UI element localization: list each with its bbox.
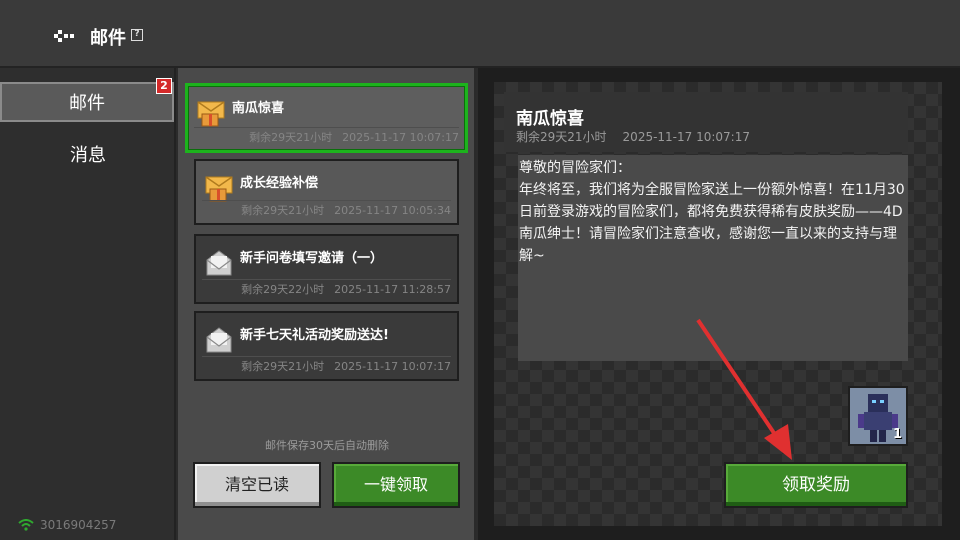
mail-meta: 剩余29天21小时 2025-11-17 10:07:17 [241, 358, 451, 374]
reward-count: 1 [892, 427, 902, 442]
mail-item[interactable]: 新手问卷填写邀请（一） 剩余29天22小时 2025-11-17 11:28:57 [194, 234, 459, 304]
sidebar: 邮件 2 消息 [0, 68, 176, 540]
help-icon[interactable]: ? [131, 29, 143, 41]
detail-date: 2025-11-17 10:07:17 [622, 130, 750, 144]
auto-delete-hint: 邮件保存30天后自动删除 [265, 439, 389, 452]
open-envelope-icon [206, 327, 232, 353]
sidebar-item-messages[interactable]: 消息 [0, 136, 176, 176]
open-envelope-icon [206, 250, 232, 276]
mail-item[interactable]: 成长经验补偿 剩余29天21小时 2025-11-17 10:05:34 [194, 159, 459, 225]
mail-date: 2025-11-17 10:05:34 [334, 204, 451, 217]
sidebar-item-mail[interactable]: 邮件 [0, 82, 174, 122]
mail-date: 2025-11-17 10:07:17 [334, 360, 451, 373]
body-text: 年终将至，我们将为全服冒险家送上一份额外惊喜！在11月30日前登录游戏的冒险家们… [519, 182, 905, 264]
mail-meta: 剩余29天21小时 2025-11-17 10:07:17 [249, 129, 459, 145]
mail-date: 2025-11-17 10:07:17 [342, 131, 459, 144]
unread-count-badge: 2 [156, 78, 172, 94]
claim-reward-button[interactable]: 领取奖励 [724, 462, 908, 508]
detail-meta: 剩余29天21小时 2025-11-17 10:07:17 [516, 128, 750, 145]
detail-remaining: 剩余29天21小时 [516, 130, 607, 144]
mail-detail-panel: 南瓜惊喜 剩余29天21小时 2025-11-17 10:07:17 尊敬的冒险家… [478, 68, 960, 540]
mail-remaining: 剩余29天21小时 [241, 360, 325, 373]
mail-title: 新手七天礼活动奖励送达! [240, 328, 389, 343]
gift-envelope-icon [197, 101, 225, 127]
user-id: 3016904257 [40, 518, 117, 532]
sidebar-item-label: 消息 [70, 145, 106, 166]
divider [194, 127, 459, 128]
mail-remaining: 剩余29天21小时 [249, 131, 333, 144]
mail-title: 南瓜惊喜 [232, 101, 285, 116]
reward-item[interactable]: 1 [848, 386, 908, 446]
gift-envelope-icon [205, 176, 233, 202]
page-title: 邮件 [90, 28, 126, 49]
back-arrow-icon[interactable] [54, 28, 76, 44]
detail-title: 南瓜惊喜 [516, 109, 584, 129]
clear-read-button[interactable]: 清空已读 [193, 462, 321, 508]
detail-body: 尊敬的冒险家们： 年终将至，我们将为全服冒险家送上一份额外惊喜！在11月30日前… [518, 155, 908, 361]
mail-meta: 剩余29天21小时 2025-11-17 10:05:34 [241, 202, 451, 218]
divider [202, 200, 451, 201]
divider [202, 356, 451, 357]
mail-remaining: 剩余29天21小时 [241, 204, 325, 217]
mail-title: 成长经验补偿 [240, 176, 319, 191]
divider [202, 279, 451, 280]
mail-item[interactable]: 新手七天礼活动奖励送达! 剩余29天21小时 2025-11-17 10:07:1… [194, 311, 459, 381]
mail-date: 2025-11-17 11:28:57 [334, 283, 451, 296]
mail-remaining: 剩余29天22小时 [241, 283, 325, 296]
top-bar: 邮件 ? [0, 0, 960, 68]
mail-title: 新手问卷填写邀请（一） [240, 251, 384, 266]
wifi-icon [18, 519, 34, 531]
claim-all-button[interactable]: 一键领取 [332, 462, 460, 508]
mail-meta: 剩余29天22小时 2025-11-17 11:28:57 [241, 281, 451, 297]
body-greeting: 尊敬的冒险家们： [519, 160, 631, 176]
sidebar-item-label: 邮件 [69, 93, 105, 114]
mail-item-selected[interactable]: 南瓜惊喜 剩余29天21小时 2025-11-17 10:07:17 [185, 83, 468, 153]
